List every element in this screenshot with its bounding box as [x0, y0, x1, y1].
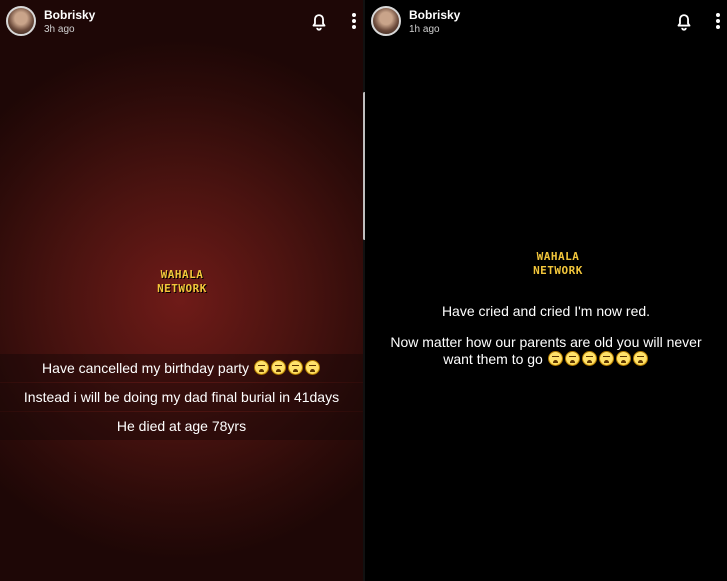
story-header-right: Bobrisky 1h ago	[365, 4, 727, 40]
stories-collage: Bobrisky 3h ago WAHALA NETWORK Have canc…	[0, 0, 727, 581]
watermark-logo: WAHALA NETWORK	[508, 250, 608, 278]
watermark-line: WAHALA	[160, 268, 204, 281]
timestamp: 3h ago	[44, 24, 75, 35]
weary-face-icon	[253, 360, 269, 375]
story-panel-right[interactable]: Bobrisky 1h ago WAHALA NETWORK Have crie…	[365, 0, 727, 581]
watermark-line: WAHALA	[536, 250, 580, 263]
emoji-group	[253, 360, 321, 376]
weary-face-icon	[598, 351, 614, 366]
weary-face-icon	[564, 351, 580, 366]
weary-face-icon	[287, 360, 303, 375]
caption-text: want them to go	[443, 351, 543, 367]
bell-icon[interactable]	[308, 10, 330, 32]
story-panel-left[interactable]: Bobrisky 3h ago WAHALA NETWORK Have canc…	[0, 0, 363, 581]
weary-face-icon	[581, 351, 597, 366]
more-vertical-icon[interactable]	[713, 10, 723, 32]
caption-line: want them to go	[365, 351, 727, 368]
caption-line: Instead i will be doing my dad final bur…	[23, 389, 340, 405]
avatar[interactable]	[371, 6, 401, 36]
caption-line: Have cancelled my birthday party	[0, 360, 363, 376]
weary-face-icon	[304, 360, 320, 375]
username[interactable]: Bobrisky	[44, 8, 95, 22]
watermark-line: NETWORK	[157, 282, 207, 295]
avatar[interactable]	[6, 6, 36, 36]
bell-icon[interactable]	[673, 10, 695, 32]
emoji-group	[547, 351, 649, 367]
more-vertical-icon[interactable]	[349, 10, 359, 32]
weary-face-icon	[270, 360, 286, 375]
username[interactable]: Bobrisky	[409, 8, 460, 22]
story-header-left: Bobrisky 3h ago	[0, 4, 363, 40]
caption-text: Have cancelled my birthday party	[42, 360, 250, 376]
caption-line: Have cried and cried I'm now red.	[441, 303, 651, 319]
weary-face-icon	[547, 351, 563, 366]
weary-face-icon	[615, 351, 631, 366]
watermark-line: NETWORK	[533, 264, 583, 277]
weary-face-icon	[632, 351, 648, 366]
watermark-logo: WAHALA NETWORK	[132, 268, 232, 296]
timestamp: 1h ago	[409, 24, 440, 35]
caption-line: Now matter how our parents are old you w…	[390, 334, 702, 350]
caption-line: He died at age 78yrs	[116, 418, 247, 434]
